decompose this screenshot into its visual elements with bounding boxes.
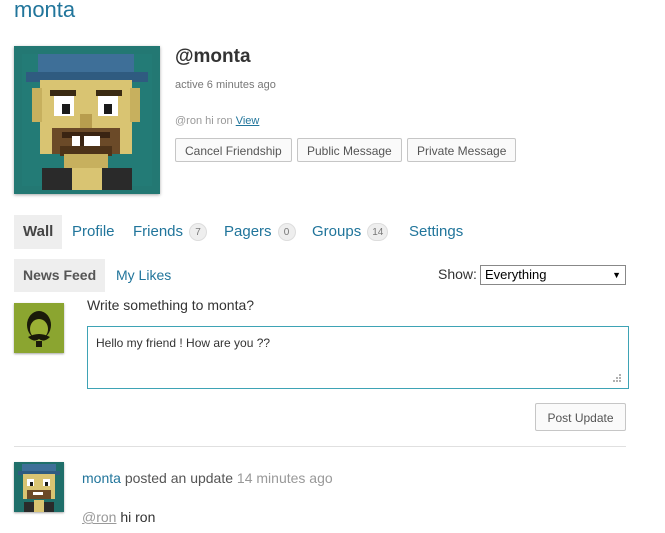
activity-timestamp[interactable]: 14 minutes ago	[237, 470, 333, 486]
tab-friends-label: Friends	[133, 223, 184, 240]
post-textarea-value: Hello my friend ! How are you ??	[96, 336, 271, 350]
activity-avatar[interactable]	[14, 462, 64, 512]
post-textarea[interactable]: Hello my friend ! How are you ??	[87, 326, 629, 389]
post-prompt: Write something to monta?	[87, 297, 255, 313]
member-avatar	[14, 46, 160, 194]
private-message-button[interactable]: Private Message	[407, 138, 517, 162]
divider	[14, 446, 626, 447]
show-filter-select[interactable]: Everything ▼	[480, 265, 626, 285]
last-active: active 6 minutes ago	[175, 79, 276, 91]
activity-header: monta posted an update 14 minutes ago	[82, 470, 333, 486]
tab-groups-label: Groups	[312, 223, 362, 240]
tab-wall[interactable]: Wall	[14, 215, 63, 249]
cancel-friendship-button[interactable]: Cancel Friendship	[175, 138, 292, 162]
post-update-button[interactable]: Post Update	[535, 403, 626, 431]
activity-author-link[interactable]: monta	[82, 470, 121, 486]
show-filter-value: Everything	[485, 267, 547, 282]
activity-text: hi ron	[120, 509, 156, 525]
page-title: monta	[14, 0, 76, 22]
subtab-news-feed-label: News Feed	[23, 267, 97, 283]
view-link[interactable]: View	[236, 115, 260, 127]
friends-count-badge: 7	[189, 223, 208, 242]
activity-verb: posted an update	[124, 470, 234, 486]
subtab-news-feed[interactable]: News Feed	[14, 259, 106, 292]
latest-update: @ron hi ron View	[175, 115, 259, 127]
subtab-my-likes-label: My Likes	[116, 267, 172, 283]
user-avatar[interactable]	[14, 303, 64, 353]
subtab-my-likes[interactable]: My Likes	[116, 259, 171, 292]
tab-pagers-label: Pagers	[224, 223, 272, 240]
pagers-count-badge: 0	[277, 223, 296, 242]
tab-profile[interactable]: Profile	[72, 215, 115, 249]
pixel-art-face-icon	[14, 462, 64, 512]
tab-groups[interactable]: Groups 14	[312, 215, 389, 249]
tab-profile-label: Profile	[72, 223, 115, 240]
tab-settings[interactable]: Settings	[409, 215, 463, 249]
tab-wall-label: Wall	[23, 223, 54, 240]
tab-settings-label: Settings	[409, 223, 464, 240]
groups-count-badge: 14	[367, 223, 389, 242]
activity-content: @ron hi ron	[82, 509, 155, 525]
resize-grip-icon	[613, 374, 621, 382]
member-handle: @monta	[175, 46, 251, 67]
latest-update-text: @ron hi ron	[175, 115, 233, 127]
public-message-button[interactable]: Public Message	[297, 138, 402, 162]
mustache-face-icon	[14, 303, 64, 353]
tab-pagers[interactable]: Pagers 0	[224, 215, 296, 249]
tab-friends[interactable]: Friends 7	[133, 215, 208, 249]
activity-mention-link[interactable]: @ron	[82, 509, 116, 525]
show-filter-label: Show:	[438, 266, 477, 282]
triangle-down-icon: ▼	[612, 270, 621, 280]
pixel-art-face-icon	[14, 46, 160, 194]
